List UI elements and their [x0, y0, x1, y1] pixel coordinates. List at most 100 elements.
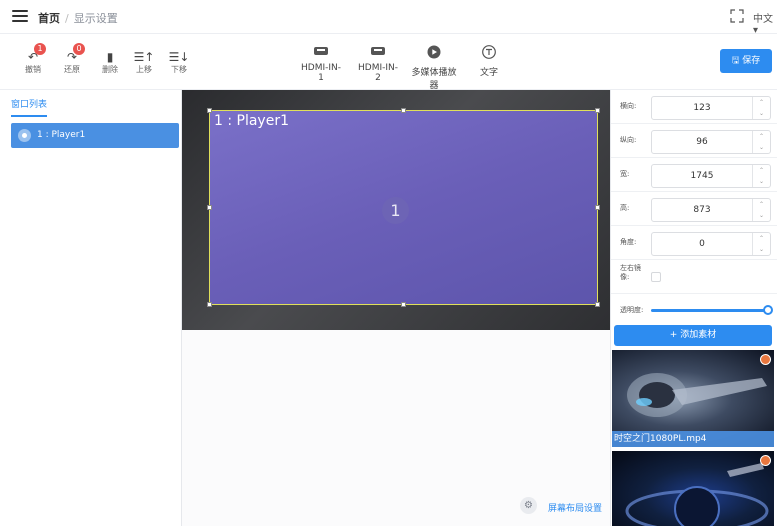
angle-stepper[interactable]: ⌃ ⌄: [752, 233, 770, 255]
prop-row-height: 高: 873 ⌃ ⌄: [611, 192, 777, 226]
x-input[interactable]: 123 ⌃ ⌄: [651, 96, 771, 120]
move-up-button[interactable]: ☰↑ 上移: [127, 50, 161, 75]
fullscreen-icon[interactable]: [730, 9, 744, 23]
prop-row-opacity: 透明度:: [611, 294, 777, 324]
prop-label-mirror: 左右镜像:: [620, 264, 641, 281]
breadcrumb: 首页 / 显示设置: [38, 10, 118, 26]
resize-handle-right[interactable]: [595, 205, 600, 210]
media-thumbnail[interactable]: 时空之门1080PL.mp4: [612, 350, 774, 447]
resize-handle-bottom[interactable]: [401, 302, 406, 307]
mirror-checkbox[interactable]: [651, 272, 661, 282]
text-icon: [482, 45, 496, 59]
media-status-dot: [760, 354, 771, 365]
window-list-panel: 窗口列表 1 : Player1: [0, 90, 182, 526]
player-window-number: 1: [382, 197, 409, 224]
top-bar: 首页 / 显示设置 中文 ▾: [0, 0, 777, 36]
prop-label-angle: 角度:: [620, 238, 637, 246]
source-media-player[interactable]: 多媒体播放器: [408, 45, 460, 91]
screen-layout-settings-label: 屏幕布局设置: [548, 504, 603, 514]
chevron-up-icon[interactable]: ⌃: [753, 165, 770, 176]
gear-icon: ⚙: [520, 497, 537, 514]
width-stepper[interactable]: ⌃ ⌄: [752, 165, 770, 187]
player-window-title: 1 : Player1: [214, 113, 289, 129]
prop-label-height: 高:: [620, 204, 630, 212]
width-input[interactable]: 1745 ⌃ ⌄: [651, 164, 771, 188]
y-stepper[interactable]: ⌃ ⌄: [752, 131, 770, 153]
toolbar: 1 ↶ 撤销 0 ↷ 还原 ▮ 删除 ☰↑ 上移 ☰↓ 下移 HDMI-IN-1…: [0, 34, 777, 91]
play-icon: [427, 45, 441, 59]
angle-value: 0: [699, 239, 705, 249]
resize-handle-top-left[interactable]: [207, 108, 212, 113]
prop-row-mirror: 左右镜像:: [611, 260, 777, 294]
trash-icon: ▮: [106, 50, 114, 64]
breadcrumb-current: 显示设置: [73, 12, 118, 25]
chevron-down-icon[interactable]: ⌄: [753, 176, 770, 187]
move-up-label: 上移: [136, 65, 152, 74]
breadcrumb-home[interactable]: 首页: [38, 12, 60, 25]
menu-icon[interactable]: [12, 10, 28, 23]
move-down-label: 下移: [171, 65, 187, 74]
source-hdmi-in-1[interactable]: HDMI-IN-1: [301, 45, 341, 83]
delete-label: 删除: [102, 65, 118, 74]
hdmi-icon: [371, 47, 385, 55]
height-input[interactable]: 873 ⌃ ⌄: [651, 198, 771, 222]
opacity-slider[interactable]: [651, 305, 773, 315]
chevron-up-icon[interactable]: ⌃: [753, 97, 770, 108]
resize-handle-left[interactable]: [207, 205, 212, 210]
chevron-up-icon[interactable]: ⌃: [753, 199, 770, 210]
player-window[interactable]: 1 : Player1 1: [209, 110, 598, 305]
planet-image: [625, 463, 769, 526]
move-down-button[interactable]: ☰↓ 下移: [162, 50, 196, 75]
width-value: 1745: [690, 171, 714, 181]
redo-button[interactable]: 0 ↷ 还原: [55, 43, 89, 75]
selected-radio-icon: [18, 129, 31, 142]
media-caption: 时空之门1080PL.mp4: [612, 431, 774, 447]
chevron-down-icon[interactable]: ⌄: [753, 108, 770, 119]
chevron-down-icon[interactable]: ⌄: [753, 244, 770, 255]
angle-input[interactable]: 0 ⌃ ⌄: [651, 232, 771, 256]
chevron-down-icon[interactable]: ⌄: [753, 210, 770, 221]
save-icon: 🖫: [731, 56, 740, 66]
window-list-item-label: 1 : Player1: [37, 130, 86, 140]
move-up-icon: ☰↑: [133, 50, 155, 64]
undo-count-badge: 1: [34, 43, 46, 55]
source-label: HDMI-IN-1: [301, 63, 341, 83]
prop-row-x: 横向: 123 ⌃ ⌄: [611, 90, 777, 124]
undo-button[interactable]: 1 ↶ 撤销: [16, 43, 50, 75]
move-down-icon: ☰↓: [168, 50, 190, 64]
media-status-dot: [760, 455, 771, 466]
y-input[interactable]: 96 ⌃ ⌄: [651, 130, 771, 154]
x-value: 123: [693, 103, 711, 113]
undo-label: 撤销: [25, 65, 41, 74]
prop-row-angle: 角度: 0 ⌃ ⌄: [611, 226, 777, 260]
source-text[interactable]: 文字: [476, 45, 502, 78]
window-list-title[interactable]: 窗口列表: [11, 97, 48, 117]
prop-label-x: 横向:: [620, 102, 637, 110]
source-label: 文字: [479, 68, 498, 78]
media-thumbnail[interactable]: [612, 451, 774, 526]
chevron-up-icon[interactable]: ⌃: [753, 233, 770, 244]
redo-label: 还原: [64, 65, 80, 74]
add-material-button[interactable]: + 添加素材: [614, 325, 772, 346]
prop-label-y: 纵向:: [620, 136, 637, 144]
delete-button[interactable]: ▮ 删除: [93, 50, 127, 75]
height-stepper[interactable]: ⌃ ⌄: [752, 199, 770, 221]
work-area: [182, 330, 610, 526]
resize-handle-top-right[interactable]: [595, 108, 600, 113]
breadcrumb-separator: /: [65, 12, 69, 25]
prop-row-width: 宽: 1745 ⌃ ⌄: [611, 158, 777, 192]
source-label: 多媒体播放器: [411, 68, 457, 91]
window-list-item[interactable]: 1 : Player1: [11, 123, 179, 148]
resize-handle-bottom-left[interactable]: [207, 302, 212, 307]
save-button[interactable]: 🖫 保存: [720, 49, 772, 73]
resize-handle-bottom-right[interactable]: [595, 302, 600, 307]
x-stepper[interactable]: ⌃ ⌄: [752, 97, 770, 119]
chevron-down-icon[interactable]: ⌄: [753, 142, 770, 153]
prop-row-y: 纵向: 96 ⌃ ⌄: [611, 124, 777, 158]
opacity-slider-handle[interactable]: [763, 305, 773, 315]
source-hdmi-in-2[interactable]: HDMI-IN-2: [357, 45, 399, 83]
resize-handle-top[interactable]: [401, 108, 406, 113]
prop-label-opacity: 透明度:: [620, 306, 644, 314]
chevron-up-icon[interactable]: ⌃: [753, 131, 770, 142]
language-select[interactable]: 中文 ▾: [753, 10, 777, 36]
